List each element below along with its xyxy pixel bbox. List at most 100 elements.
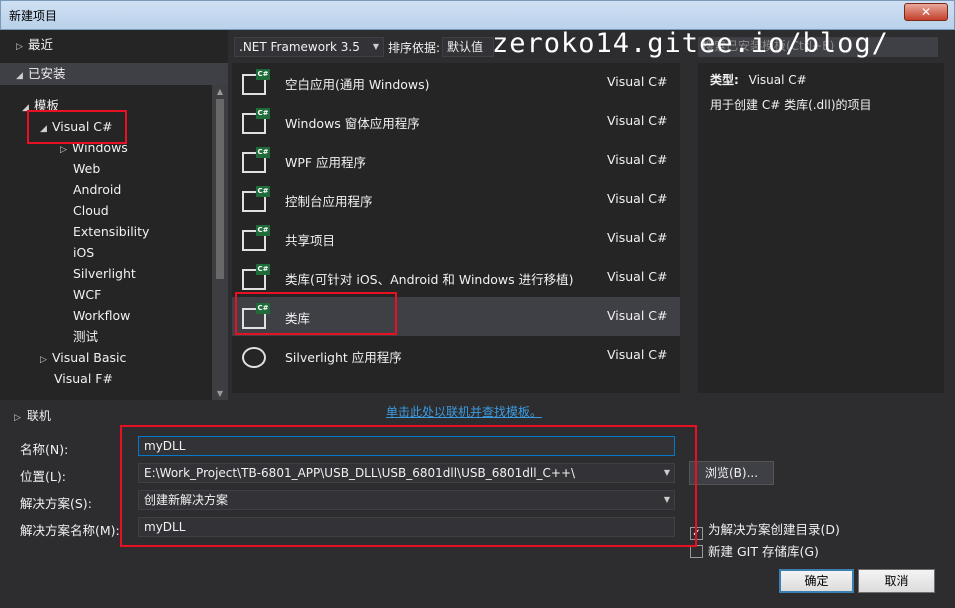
browse-button[interactable]: 浏览(B)... — [689, 461, 774, 485]
collapse-arrow-icon[interactable]: ◢ — [40, 119, 52, 139]
tree-item-silverlight[interactable]: Silverlight — [73, 264, 136, 284]
chevron-down-icon: ▼ — [663, 468, 670, 477]
dialog-body: ▷ 最近 ◢ 已安装 ◢ 模板 ◢ Visual C# ▷ Windows Web And… — [0, 28, 955, 608]
template-row-silverlight[interactable]: Silverlight 应用程序 Visual C# — [232, 336, 680, 375]
tree-item-installed[interactable]: ◢ 已安装 — [0, 63, 228, 85]
template-row-blank-app[interactable]: C# 空白应用(通用 Windows) Visual C# — [232, 63, 680, 102]
template-row-wpf[interactable]: C# WPF 应用程序 Visual C# — [232, 141, 680, 180]
template-name: 共享项目 — [285, 233, 336, 248]
template-name: 类库 — [285, 311, 311, 326]
scrollbar-thumb[interactable] — [216, 99, 224, 279]
template-row-windows-forms[interactable]: C# Windows 窗体应用程序 Visual C# — [232, 102, 680, 141]
template-language: Visual C# — [607, 269, 668, 284]
template-row-console[interactable]: C# 控制台应用程序 Visual C# — [232, 180, 680, 219]
checkbox-label: 为解决方案创建目录(D) — [708, 522, 840, 537]
collapse-arrow-icon[interactable]: ◢ — [22, 98, 34, 118]
create-directory-checkbox[interactable]: ✓ 为解决方案创建目录(D) — [690, 519, 840, 540]
expand-arrow-icon[interactable]: ▷ — [40, 350, 52, 370]
watermark: zeroko14.gitee.io/blog/ — [492, 28, 889, 59]
windows-forms-icon: C# — [242, 108, 270, 136]
tree-item-cloud[interactable]: Cloud — [73, 201, 109, 221]
tree-item-recent[interactable]: ▷ 最近 — [16, 35, 53, 55]
solution-name-input[interactable]: myDLL — [138, 517, 675, 537]
expand-arrow-icon[interactable]: ▷ — [14, 413, 21, 423]
tree-item-visual-csharp[interactable]: ◢ Visual C# — [40, 117, 113, 137]
scroll-up-icon[interactable]: ▲ — [212, 87, 228, 96]
solution-value: 创建新解决方案 — [144, 493, 229, 507]
template-language: Visual C# — [607, 113, 668, 128]
expand-arrow-icon[interactable]: ▷ — [60, 140, 72, 160]
name-label: 名称(N): — [20, 442, 69, 457]
location-value: E:\Work_Project\TB-6801_APP\USB_DLL\USB_… — [144, 466, 576, 480]
template-language: Visual C# — [607, 152, 668, 167]
template-name: 类库(可针对 iOS、Android 和 Windows 进行移植) — [285, 272, 574, 287]
template-language: Visual C# — [607, 347, 668, 362]
checkbox-unchecked-icon[interactable] — [690, 545, 703, 558]
template-name: Silverlight 应用程序 — [285, 350, 402, 365]
location-label: 位置(L): — [20, 469, 66, 484]
checkbox-label: 新建 GIT 存储库(G) — [708, 544, 819, 559]
checkbox-checked-icon[interactable]: ✓ — [690, 527, 703, 540]
template-tree: ▷ 最近 ◢ 已安装 ◢ 模板 ◢ Visual C# ▷ Windows Web And… — [0, 30, 228, 400]
sort-label: 排序依据: — [388, 41, 441, 55]
template-info-panel: 类型: Visual C# 用于创建 C# 类库(.dll)的项目 — [698, 63, 944, 393]
tree-item-label: 已安装 — [28, 66, 66, 81]
tree-item-workflow[interactable]: Workflow — [73, 306, 130, 326]
template-name: 空白应用(通用 Windows) — [285, 77, 430, 92]
template-language: Visual C# — [607, 230, 668, 245]
template-description: 用于创建 C# 类库(.dll)的项目 — [710, 98, 872, 112]
tree-item-android[interactable]: Android — [73, 180, 121, 200]
silverlight-app-icon — [242, 342, 270, 370]
tree-item-test[interactable]: 测试 — [73, 327, 98, 347]
tree-item-visual-basic[interactable]: ▷ Visual Basic — [40, 348, 126, 368]
template-name: Windows 窗体应用程序 — [285, 116, 420, 131]
template-row-portable-library[interactable]: C# 类库(可针对 iOS、Android 和 Windows 进行移植) Vi… — [232, 258, 680, 297]
blank-app-icon: C# — [242, 69, 270, 97]
tree-item-label: Windows — [72, 140, 128, 155]
tree-item-wcf[interactable]: WCF — [73, 285, 101, 305]
template-name: 控制台应用程序 — [285, 194, 373, 209]
ok-button[interactable]: 确定 — [779, 569, 854, 593]
template-list: C# 空白应用(通用 Windows) Visual C# C# Windows… — [232, 63, 680, 393]
template-language: Visual C# — [607, 74, 668, 89]
template-row-shared-project[interactable]: C# 共享项目 Visual C# — [232, 219, 680, 258]
expand-arrow-icon[interactable]: ▷ — [16, 37, 28, 57]
title-bar: 新建项目 ✕ — [0, 0, 955, 30]
tree-scrollbar[interactable]: ▲ ▼ — [212, 85, 228, 400]
new-git-repo-checkbox[interactable]: 新建 GIT 存储库(G) — [690, 541, 819, 560]
sort-select[interactable]: 默认值 — [442, 37, 494, 57]
name-input[interactable]: myDLL — [138, 436, 675, 456]
console-app-icon: C# — [242, 186, 270, 214]
solution-select[interactable]: 创建新解决方案 ▼ — [138, 490, 675, 510]
wpf-app-icon: C# — [242, 147, 270, 175]
tree-item-web[interactable]: Web — [73, 159, 100, 179]
window-title: 新建项目 — [9, 9, 58, 23]
tree-item-ios[interactable]: iOS — [73, 243, 94, 263]
online-templates-link[interactable]: 单击此处以联机并查找模板。 — [386, 403, 542, 420]
template-name: WPF 应用程序 — [285, 155, 367, 170]
solution-name-label: 解决方案名称(M): — [20, 523, 120, 538]
template-toolbar: .NET Framework 3.5 ▼ 排序依据: 默认值 搜索已安装模板(C… — [232, 28, 944, 60]
type-label: 类型: — [710, 73, 739, 87]
tree-item-label: Visual C# — [52, 119, 113, 134]
tree-item-visual-fsharp[interactable]: Visual F# — [54, 369, 113, 389]
tree-item-templates[interactable]: ◢ 模板 — [22, 96, 59, 116]
type-value: Visual C# — [748, 73, 807, 87]
template-row-class-library[interactable]: C# 类库 Visual C# — [232, 297, 680, 336]
cancel-button[interactable]: 取消 — [858, 569, 935, 593]
collapse-arrow-icon[interactable]: ◢ — [16, 66, 28, 86]
tree-item-label: 最近 — [28, 37, 54, 52]
location-select[interactable]: E:\Work_Project\TB-6801_APP\USB_DLL\USB_… — [138, 463, 675, 483]
tree-item-extensibility[interactable]: Extensibility — [73, 222, 149, 242]
tree-item-label: 模板 — [34, 98, 60, 113]
tree-item-online[interactable]: ▷ 联机 — [14, 407, 51, 424]
tree-item-label: 联机 — [26, 409, 51, 423]
template-type: 类型: Visual C# — [710, 71, 807, 88]
chevron-down-icon: ▼ — [663, 495, 670, 504]
tree-item-windows[interactable]: ▷ Windows — [60, 138, 128, 158]
framework-select[interactable]: .NET Framework 3.5 ▼ — [234, 37, 384, 57]
close-button[interactable]: ✕ — [904, 3, 948, 21]
framework-value: .NET Framework 3.5 — [239, 40, 360, 54]
scroll-down-icon[interactable]: ▼ — [212, 389, 228, 398]
template-language: Visual C# — [607, 191, 668, 206]
